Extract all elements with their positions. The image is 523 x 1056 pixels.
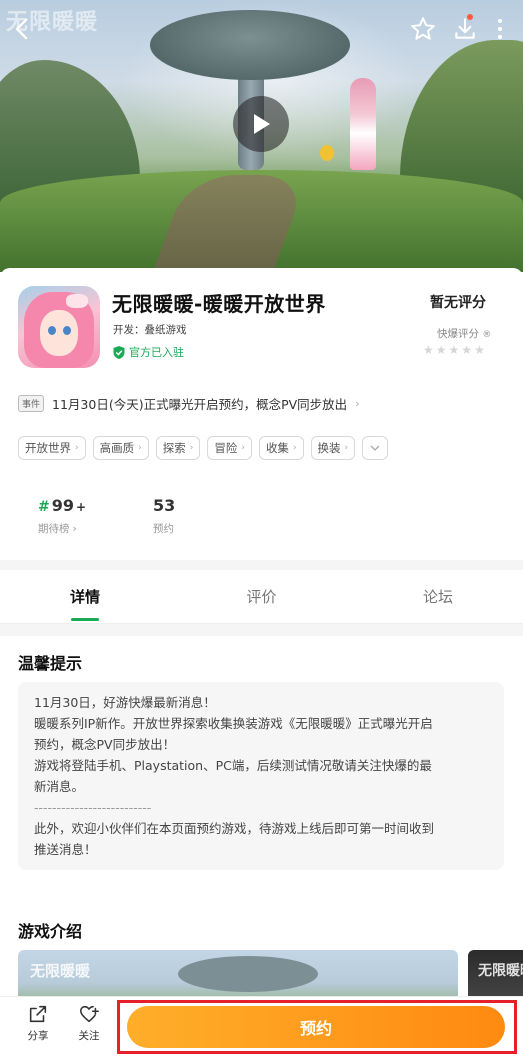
- hero-giant-tree: [150, 10, 350, 80]
- tag-chip[interactable]: 高画质 ›: [92, 436, 149, 460]
- reserve-count-label: 预约: [153, 523, 174, 535]
- expand-tags-button[interactable]: [362, 436, 389, 460]
- rank-hash: #: [38, 499, 50, 515]
- play-icon: [254, 114, 270, 134]
- chevron-right-icon: ›: [189, 443, 194, 453]
- event-tag: 事件: [18, 394, 45, 412]
- notification-dot: [467, 14, 473, 20]
- rank-plus: +: [76, 500, 87, 514]
- detail-tabs: 详情 评价 论坛: [0, 570, 523, 624]
- favorite-button[interactable]: [408, 14, 438, 44]
- chevron-right-icon: ›: [292, 443, 297, 453]
- screenshot-logo: 无限暖暖: [30, 962, 91, 980]
- reserve-stat: 53 预约: [153, 496, 175, 536]
- tag-chip[interactable]: 冒险 ›: [207, 436, 252, 460]
- rating-stars: ★ ★ ★ ★ ★: [423, 344, 485, 356]
- tag-chip[interactable]: 开放世界 ›: [18, 436, 86, 460]
- star-icon: ★: [448, 343, 460, 357]
- app-icon[interactable]: [18, 286, 100, 368]
- back-arrow-icon: [15, 18, 28, 40]
- star-icon: ★: [423, 343, 434, 357]
- tips-divider: --------------------------: [34, 800, 152, 815]
- share-button[interactable]: 分享: [18, 1003, 58, 1043]
- chevron-down-icon: [370, 445, 380, 451]
- reserve-count: 53: [153, 496, 176, 515]
- tag-list: 开放世界 › 高画质 › 探索 › 冒险 › 收集 › 换装 ›: [18, 436, 389, 460]
- developer-label[interactable]: 开发：叠纸游戏: [113, 322, 187, 337]
- tips-line: 11月30日，好游快爆最新消息！: [34, 695, 216, 710]
- star-icon: ★: [435, 343, 447, 357]
- official-badge-label: 官方已入驻: [129, 346, 184, 359]
- star-icon: ★: [474, 343, 485, 357]
- tips-line: 此外，欢迎小伙伴们在本页面预约游戏，待游戏上线后即可第一时间收到: [34, 821, 435, 836]
- reserve-button[interactable]: 预约: [127, 1006, 505, 1048]
- rank-value: 99: [51, 496, 74, 515]
- star-icon: [411, 17, 435, 40]
- chevron-right-icon: ›: [75, 443, 79, 453]
- tab-reviews[interactable]: 评价: [170, 570, 353, 623]
- rank-stat[interactable]: # 99 + 期待榜 ›: [38, 496, 86, 536]
- screenshot-logo: 无限暖暖: [478, 963, 523, 979]
- tips-line: 推送消息！: [34, 842, 97, 857]
- share-icon: [29, 1005, 47, 1023]
- rank-label: 期待榜: [38, 523, 70, 535]
- download-icon: [455, 18, 475, 39]
- chevron-right-icon: ›: [138, 443, 142, 453]
- tips-line: 暖暖系列IP新作。开放世界探索收集换装游戏《无限暖暖》正式曝光开启: [34, 716, 433, 731]
- tips-box: 11月30日，好游快爆最新消息！ 暖暖系列IP新作。开放世界探索收集换装游戏《无…: [18, 682, 504, 870]
- event-row[interactable]: 事件 11月30日(今天)正式曝光开启预约，概念PV同步放出 ›: [18, 390, 504, 416]
- more-vertical-icon: [498, 19, 502, 39]
- hero-pet: [320, 145, 334, 161]
- tips-line: 游戏将登陆手机、Playstation、PC端，后续测试情况敬请关注快爆的最: [34, 758, 432, 773]
- rating-source[interactable]: 快爆评分 ®: [437, 326, 491, 341]
- intro-title: 游戏介绍: [18, 922, 83, 941]
- hero-character: [350, 78, 376, 170]
- section-divider: [0, 560, 523, 570]
- tag-chip[interactable]: 探索 ›: [155, 436, 201, 460]
- download-button[interactable]: [450, 14, 480, 44]
- rating-title: 暂无评分: [430, 295, 486, 311]
- chevron-right-icon: ›: [344, 443, 349, 453]
- section-divider: [0, 624, 523, 636]
- chevron-right-icon: ›: [241, 443, 245, 453]
- app-title: 无限暖暖-暖暖开放世界: [112, 292, 326, 316]
- follow-button[interactable]: 关注: [69, 1003, 109, 1043]
- star-icon: ★: [461, 343, 473, 357]
- event-text: 11月30日(今天)正式曝光开启预约，概念PV同步放出: [52, 396, 348, 412]
- heart-plus-icon: [79, 1005, 99, 1023]
- tab-details[interactable]: 详情: [0, 570, 170, 623]
- chevron-right-icon: ›: [72, 522, 77, 535]
- shield-check-icon: [113, 345, 125, 359]
- official-badge: 官方已入驻: [113, 344, 184, 360]
- info-icon: ®: [482, 330, 492, 340]
- back-button[interactable]: [6, 14, 36, 44]
- tag-chip[interactable]: 收集 ›: [258, 436, 304, 460]
- tag-chip[interactable]: 换装 ›: [310, 436, 356, 460]
- tips-title: 温馨提示: [18, 654, 83, 673]
- more-button[interactable]: [488, 14, 512, 44]
- app-info-card: 无限暖暖-暖暖开放世界 开发：叠纸游戏 官方已入驻 暂无评分 快爆评分 ® ★ …: [0, 268, 523, 568]
- share-label: 分享: [27, 1030, 49, 1042]
- tab-forum[interactable]: 论坛: [353, 570, 523, 623]
- follow-label: 关注: [78, 1030, 100, 1042]
- play-video-button[interactable]: [233, 96, 289, 152]
- tips-line: 新消息。: [34, 779, 85, 794]
- chevron-right-icon: ›: [355, 396, 360, 410]
- tips-line: 预约，概念PV同步放出！: [34, 737, 176, 752]
